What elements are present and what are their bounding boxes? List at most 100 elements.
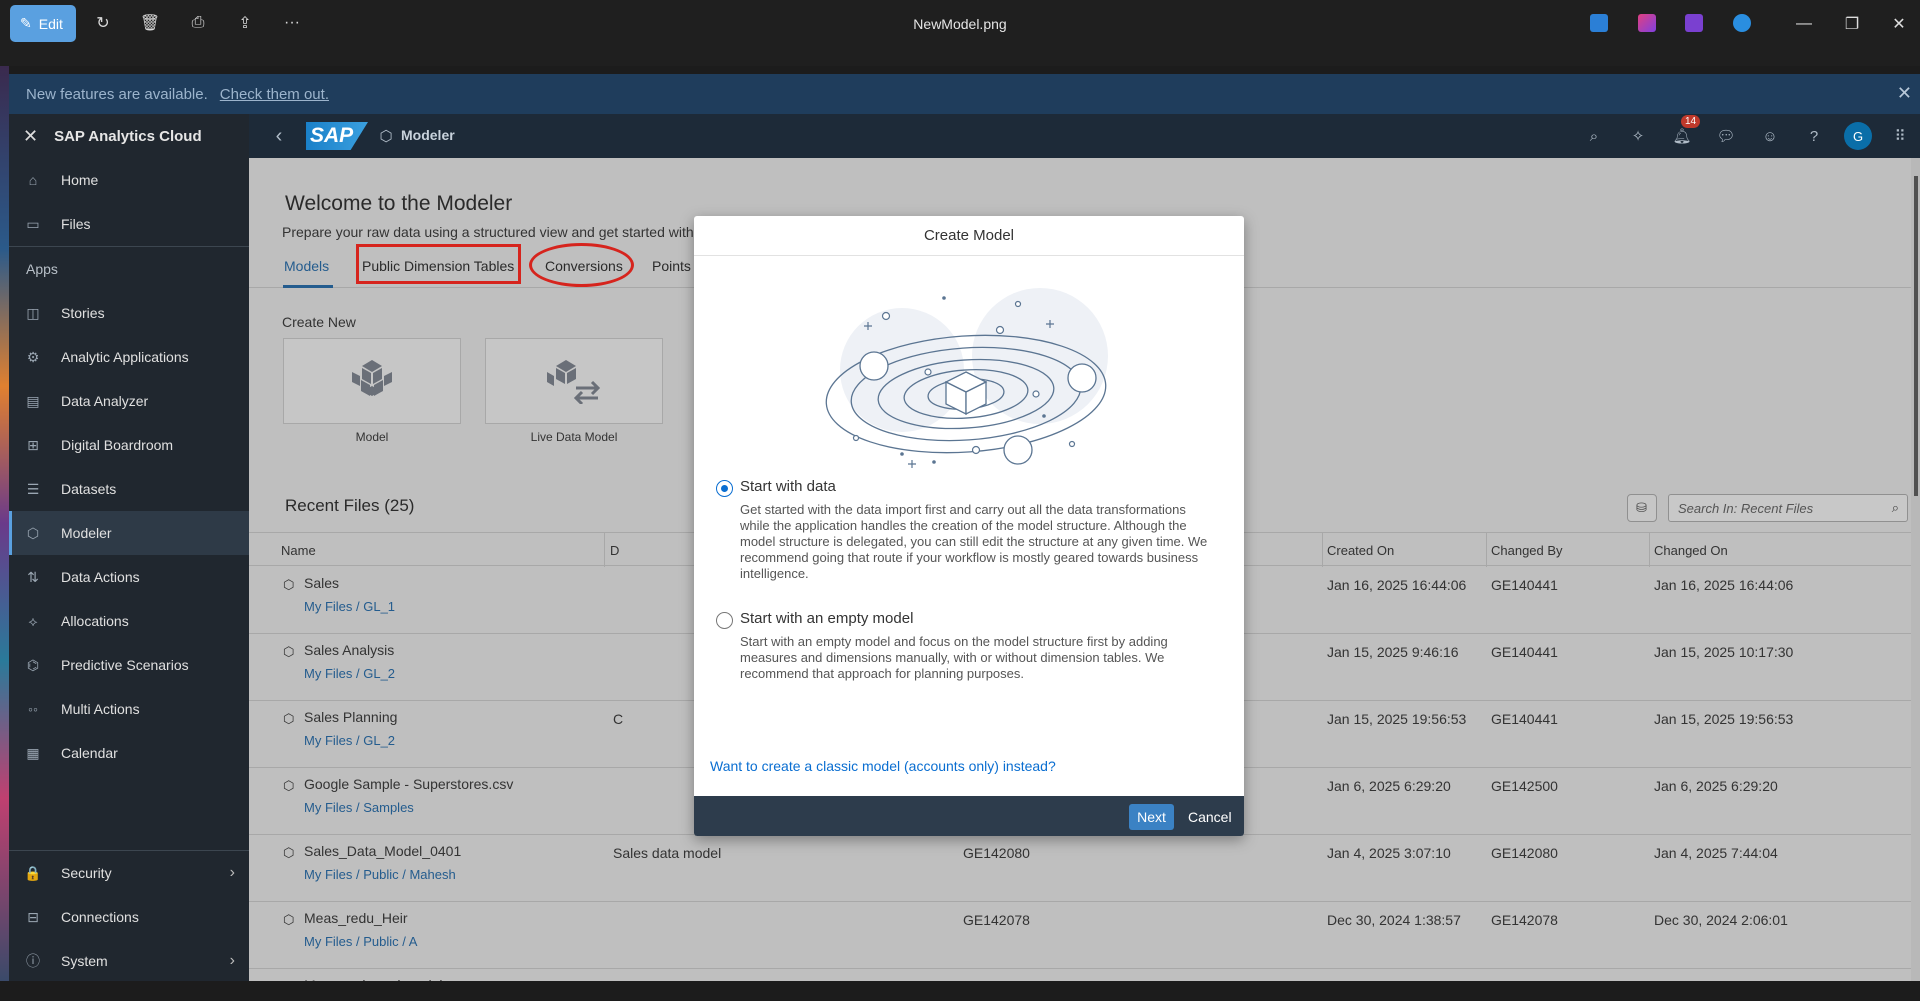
window-bottom-edge [0, 981, 1920, 1001]
onedrive-icon[interactable] [1733, 14, 1751, 32]
search-icon[interactable]: ⌕ [1584, 126, 1604, 146]
model-tile[interactable] [283, 338, 461, 424]
file-path[interactable]: My Files / Public / A [304, 934, 417, 949]
app-icon-3[interactable] [1685, 14, 1703, 32]
radio-start-with-data[interactable] [716, 480, 733, 497]
app-icon-1[interactable] [1590, 14, 1608, 32]
print-icon[interactable]: ⎙ [187, 12, 209, 34]
sidebar-item-predictive-scenarios[interactable]: ⌬ Predictive Scenarios [9, 643, 249, 687]
sidebar-item-calendar[interactable]: ▦ Calendar [9, 731, 249, 775]
sidebar-item-files[interactable]: ▭ Files [9, 202, 249, 246]
database-filter-button[interactable]: ⛁ [1627, 494, 1657, 522]
close-sidebar-icon[interactable]: ✕ [23, 126, 38, 147]
banner-close-icon[interactable]: ✕ [1897, 83, 1912, 104]
option-description: Get started with the data import first a… [740, 502, 1208, 581]
minimize-icon[interactable]: — [1792, 12, 1816, 36]
sidebar-item-analytic-applications[interactable]: ⚙ Analytic Applications [9, 335, 249, 379]
sidebar-item-label: Data Actions [61, 569, 140, 585]
analytic-apps-icon: ⚙ [26, 348, 40, 365]
file-name[interactable]: Meas_redu_Heir [304, 910, 408, 926]
file-path[interactable]: My Files / Public / Mahesh [304, 867, 456, 882]
edit-button[interactable]: ✎ Edit [10, 5, 76, 42]
file-path[interactable]: My Files / GL_2 [304, 733, 395, 748]
file-owner: GE142080 [963, 845, 1030, 861]
cancel-button[interactable]: Cancel [1188, 804, 1232, 830]
changed-by: GE140441 [1491, 644, 1558, 660]
table-row[interactable]: ⬡Measure based modelGE142078Dec 30, 2024… [249, 969, 1920, 981]
annotation-rectangle [356, 244, 521, 284]
sidebar-item-connections[interactable]: ⊟ Connections [9, 895, 249, 939]
main-scrollbar[interactable] [1911, 158, 1920, 981]
viewer-toolbar: ✎ Edit ↻ 🗑 ⎙ ⇪ ··· NewModel.png — ❐ ✕ [0, 0, 1920, 66]
tab-models[interactable]: Models [284, 258, 329, 274]
sidebar-item-multi-actions[interactable]: ◦◦ Multi Actions [9, 687, 249, 731]
column-header-created-on[interactable]: Created On [1327, 543, 1394, 558]
sidebar-item-digital-boardroom[interactable]: ⊞ Digital Boardroom [9, 423, 249, 467]
column-separator [1649, 533, 1650, 567]
app-icon-2[interactable] [1638, 14, 1656, 32]
file-path[interactable]: My Files / Samples [304, 800, 414, 815]
predictive-icon: ⌬ [26, 656, 40, 673]
classic-model-link[interactable]: Want to create a classic model (accounts… [710, 758, 1056, 774]
sidebar-item-label: Multi Actions [61, 701, 140, 717]
column-header-changed-on[interactable]: Changed On [1654, 543, 1728, 558]
column-header-changed-by[interactable]: Changed By [1491, 543, 1563, 558]
sidebar-item-security[interactable]: 🔒 Security › [9, 851, 249, 895]
file-name[interactable]: Google Sample - Superstores.csv [304, 776, 513, 792]
banner-link[interactable]: Check them out. [220, 86, 329, 103]
apps-grid-icon[interactable]: ⠿ [1890, 126, 1910, 146]
sidebar-title: SAP Analytics Cloud [54, 127, 202, 145]
sap-logo[interactable]: SAP [306, 122, 368, 150]
sidebar-item-datasets[interactable]: ☰ Datasets [9, 467, 249, 511]
sidebar-item-modeler[interactable]: ⬡ Modeler [9, 511, 249, 555]
file-path[interactable]: My Files / GL_2 [304, 666, 395, 681]
live-data-model-tile[interactable] [485, 338, 663, 424]
table-row[interactable]: ⬡ Meas_redu_Heir My Files / Public / A GE14… [249, 902, 1920, 969]
live-data-model-tile-label: Live Data Model [530, 430, 618, 444]
changed-by: GE142078 [1491, 912, 1558, 928]
model-icon [352, 360, 392, 396]
file-name[interactable]: Sales_Data_Model_0401 [304, 843, 461, 859]
share-icon[interactable]: ⇪ [234, 12, 256, 34]
radio-start-with-empty-model[interactable] [716, 612, 733, 629]
help-icon[interactable]: ? [1804, 126, 1824, 146]
delete-icon[interactable]: 🗑 [139, 12, 161, 34]
sidebar-item-data-actions[interactable]: ⇅ Data Actions [9, 555, 249, 599]
sidebar-item-stories[interactable]: ◫ Stories [9, 291, 249, 335]
file-name[interactable]: Sales [304, 575, 339, 591]
discussions-icon[interactable]: 💬︎ [1716, 126, 1736, 146]
bell-icon[interactable]: 🔔︎ [1672, 126, 1692, 146]
sidebar-item-label: Connections [61, 909, 139, 925]
feedback-icon[interactable]: ☺ [1760, 126, 1780, 146]
option-description: Start with an empty model and focus on t… [740, 634, 1168, 681]
search-icon[interactable]: ⌕ [1892, 500, 1899, 516]
restore-icon[interactable]: ❐ [1840, 12, 1864, 36]
page-subtitle: Prepare your raw data using a structured… [282, 224, 694, 240]
sidebar-item-system[interactable]: ⓘ System › [9, 939, 249, 983]
more-icon[interactable]: ··· [281, 12, 303, 34]
file-name[interactable]: Sales Analysis [304, 642, 394, 658]
lightbulb-icon[interactable]: ✧ [1628, 126, 1648, 146]
close-window-icon[interactable]: ✕ [1887, 12, 1911, 36]
back-icon[interactable]: ‹ [269, 125, 289, 147]
search-placeholder: Search In: Recent Files [1678, 501, 1814, 516]
avatar[interactable]: G [1844, 122, 1872, 150]
rotate-icon[interactable]: ↻ [92, 12, 114, 34]
table-row[interactable]: ⬡ Sales_Data_Model_0401 My Files / Public … [249, 835, 1920, 902]
sidebar-item-data-analyzer[interactable]: ▤ Data Analyzer [9, 379, 249, 423]
file-path[interactable]: My Files / GL_1 [304, 599, 395, 614]
column-header-name[interactable]: Name [281, 543, 316, 558]
sidebar-item-label: Digital Boardroom [61, 437, 174, 453]
column-header-description[interactable]: D [610, 543, 619, 558]
modeler-app-icon: ⬡ [379, 128, 393, 145]
sidebar-item-home[interactable]: ⌂ Home [9, 158, 249, 202]
create-new-label: Create New [282, 314, 356, 330]
recent-files-search-input[interactable]: Search In: Recent Files ⌕ [1668, 494, 1908, 522]
file-name[interactable]: Sales Planning [304, 709, 397, 725]
tab-points[interactable]: Points [652, 258, 691, 274]
modeler-icon: ⬡ [26, 524, 40, 541]
sidebar-item-label: Calendar [61, 745, 118, 761]
sidebar-item-allocations[interactable]: ⟡ Allocations [9, 599, 249, 643]
scrollbar-thumb[interactable] [1914, 176, 1918, 496]
next-button[interactable]: Next [1129, 804, 1174, 830]
